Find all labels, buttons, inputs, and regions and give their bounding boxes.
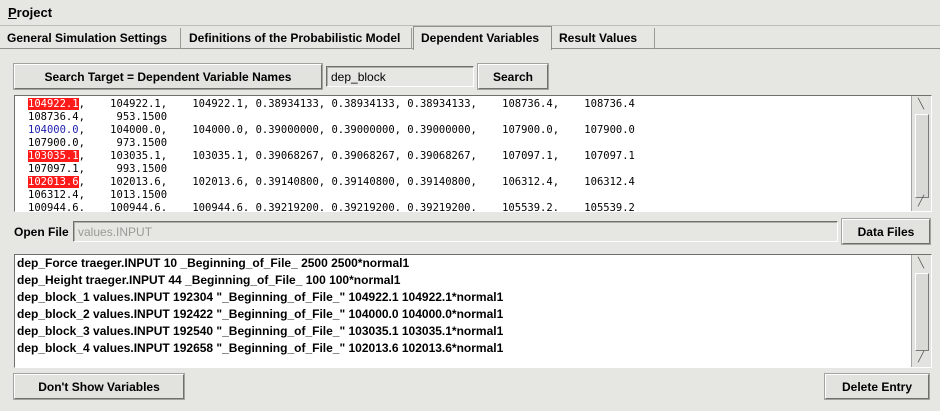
result-line: 107097.1, 993.1500 [28,163,635,176]
result-values: , 104000.0, 104000.0, 0.39000000, 0.3900… [78,124,635,136]
variables-scroll-thumb[interactable] [915,273,929,351]
search-target-button[interactable]: Search Target = Dependent Variable Names [14,64,322,89]
result-values: 106312.4, 1013.1500 [28,189,168,201]
result-line: 103035.1, 103035.1, 103035.1, 0.39068267… [28,150,635,163]
variable-entry[interactable]: dep_block_3 values.INPUT 192540 "_Beginn… [15,323,503,340]
data-files-button[interactable]: Data Files [842,219,930,244]
result-line: 106312.4, 1013.1500 [28,189,635,202]
result-first-value: 102013.6 [28,176,79,188]
result-values: , 102013.6, 102013.6, 0.39140800, 0.3914… [78,176,635,188]
result-line: 100944.6, 100944.6, 100944.6, 0.39219200… [28,202,635,212]
result-values: 107900.0, 973.1500 [28,137,168,149]
variable-entry[interactable]: dep_block_2 values.INPUT 192422 "_Beginn… [15,306,503,323]
result-first-value: 104922.1 [28,98,79,110]
variable-entry[interactable]: dep_Height traeger.INPUT 44 _Beginning_o… [15,272,503,289]
variable-entry[interactable]: dep_block_4 values.INPUT 192658 "_Beginn… [15,340,503,357]
tab-general-simulation-settings[interactable]: General Simulation Settings [0,28,181,49]
menu-project[interactable]: Project [8,5,52,20]
result-line: 104000.0, 104000.0, 104000.0, 0.39000000… [28,124,635,137]
result-values: 100944.6, 100944.6, 100944.6, 0.39219200… [28,202,635,212]
open-file-label: Open File [14,225,69,239]
open-file-input[interactable]: values.INPUT [73,221,838,242]
tab-dependent-variables[interactable]: Dependent Variables [413,26,552,50]
scroll-up-arrow-icon[interactable]: ╲ [914,98,928,112]
result-values: , 103035.1, 103035.1, 0.39068267, 0.3906… [78,150,635,162]
result-line: 102013.6, 102013.6, 102013.6, 0.39140800… [28,176,635,189]
variable-entry[interactable]: dep_block_1 values.INPUT 192304 "_Beginn… [15,289,503,306]
result-line: 104922.1, 104922.1, 104922.1, 0.38934133… [28,98,635,111]
variable-entry[interactable]: dep_Force traeger.INPUT 10 _Beginning_of… [15,255,503,272]
search-results-text[interactable]: 104922.1, 104922.1, 104922.1, 0.38934133… [14,95,932,212]
delete-entry-button[interactable]: Delete Entry [825,374,929,399]
results-scrollbar[interactable]: ╲ ╱ [911,96,931,211]
tab-bar: General Simulation Settings Definitions … [0,26,940,50]
result-line: 107900.0, 973.1500 [28,137,635,150]
results-scroll-thumb[interactable] [915,114,929,198]
menu-bar: Project [0,0,940,26]
result-values: , 104922.1, 104922.1, 0.38934133, 0.3893… [78,98,635,110]
variables-lines: dep_Force traeger.INPUT 10 _Beginning_of… [15,255,503,357]
scroll-up-arrow-icon[interactable]: ╲ [914,257,928,271]
scroll-down-arrow-icon[interactable]: ╱ [914,351,928,365]
result-first-value: 104000.0 [28,124,79,136]
dont-show-variables-button[interactable]: Don't Show Variables [14,374,184,399]
search-button[interactable]: Search [478,64,548,89]
tab-result-values[interactable]: Result Values [552,28,655,49]
variables-scrollbar[interactable]: ╲ ╱ [911,255,931,367]
results-lines: 104922.1, 104922.1, 104922.1, 0.38934133… [28,98,635,212]
tab-probabilistic-model[interactable]: Definitions of the Probabilistic Model [182,28,412,49]
scroll-down-arrow-icon[interactable]: ╱ [914,195,928,209]
dependent-variables-list[interactable]: dep_Force traeger.INPUT 10 _Beginning_of… [14,254,932,368]
result-values: 108736.4, 953.1500 [28,111,168,123]
result-values: 107097.1, 993.1500 [28,163,168,175]
result-line: 108736.4, 953.1500 [28,111,635,124]
search-input[interactable]: dep_block [326,66,474,87]
result-first-value: 103035.1 [28,150,79,162]
